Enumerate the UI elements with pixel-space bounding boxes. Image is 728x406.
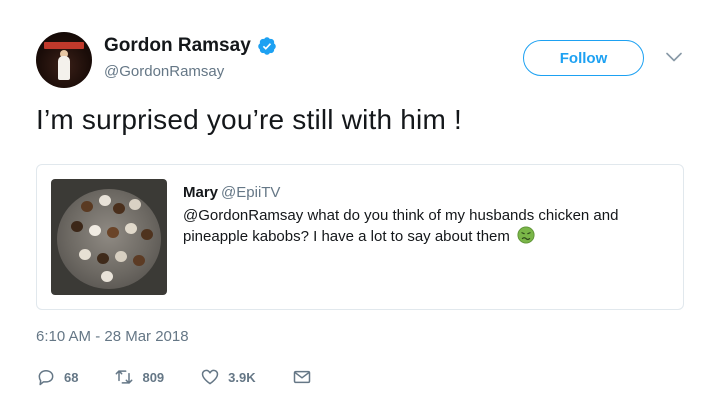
- avatar-sign: [44, 42, 84, 49]
- author-name[interactable]: Gordon Ramsay: [104, 35, 251, 57]
- author-avatar[interactable]: [36, 32, 92, 88]
- kabob-piece: [99, 195, 111, 206]
- kabob-piece: [101, 271, 113, 282]
- author-handle[interactable]: @GordonRamsay: [104, 63, 224, 80]
- verified-badge-icon: [258, 37, 276, 55]
- kabob-piece: [113, 203, 125, 214]
- retweet-icon[interactable]: [114, 367, 134, 387]
- avatar-person: [58, 56, 70, 80]
- chevron-down-icon[interactable]: [666, 52, 682, 62]
- tweet-text: I’m surprised you’re still with him !: [36, 104, 462, 135]
- kabob-piece: [125, 223, 137, 234]
- like-action[interactable]: 3.9K: [200, 367, 256, 387]
- direct-message-action[interactable]: [292, 367, 312, 387]
- nauseated-face-icon: [517, 226, 535, 244]
- kabob-piece: [107, 227, 119, 238]
- retweet-action[interactable]: 809: [114, 367, 164, 387]
- envelope-icon[interactable]: [292, 367, 312, 387]
- tweet-card: Gordon Ramsay @GordonRamsay Follow I’m s…: [0, 0, 728, 406]
- kabob-piece: [129, 199, 141, 210]
- kabob-piece: [133, 255, 145, 266]
- author-name-row[interactable]: Gordon Ramsay: [104, 35, 277, 57]
- kabob-piece: [79, 249, 91, 260]
- tweet-timestamp[interactable]: 6:10 AM - 28 Mar 2018: [36, 328, 189, 345]
- kabobs-photo[interactable]: [51, 179, 167, 295]
- kabob-piece: [71, 221, 83, 232]
- heart-icon[interactable]: [200, 367, 220, 387]
- kabob-piece: [141, 229, 153, 240]
- kabob-piece: [81, 201, 93, 212]
- kabob-piece: [97, 253, 109, 264]
- reply-action[interactable]: 68: [36, 367, 78, 387]
- quoted-tweet-text-block: @GordonRamsay what do you think of my hu…: [183, 205, 673, 247]
- reply-icon[interactable]: [36, 367, 56, 387]
- reply-count: 68: [64, 369, 79, 385]
- retweet-count: 809: [142, 369, 165, 385]
- like-count: 3.9K: [228, 369, 256, 385]
- quoted-author-handle[interactable]: @EpiiTV: [221, 184, 280, 201]
- follow-button[interactable]: Follow: [523, 40, 644, 76]
- quoted-tweet-text: @GordonRamsay what do you think of my hu…: [183, 207, 619, 245]
- tweet-actions: 68 809 3.9K: [36, 366, 348, 388]
- quoted-tweet[interactable]: Mary @EpiiTV @GordonRamsay what do you th…: [36, 164, 684, 310]
- quoted-author-row[interactable]: Mary @EpiiTV: [183, 184, 280, 201]
- kabob-piece: [115, 251, 127, 262]
- quoted-author-name[interactable]: Mary: [183, 184, 218, 201]
- kabob-piece: [89, 225, 101, 236]
